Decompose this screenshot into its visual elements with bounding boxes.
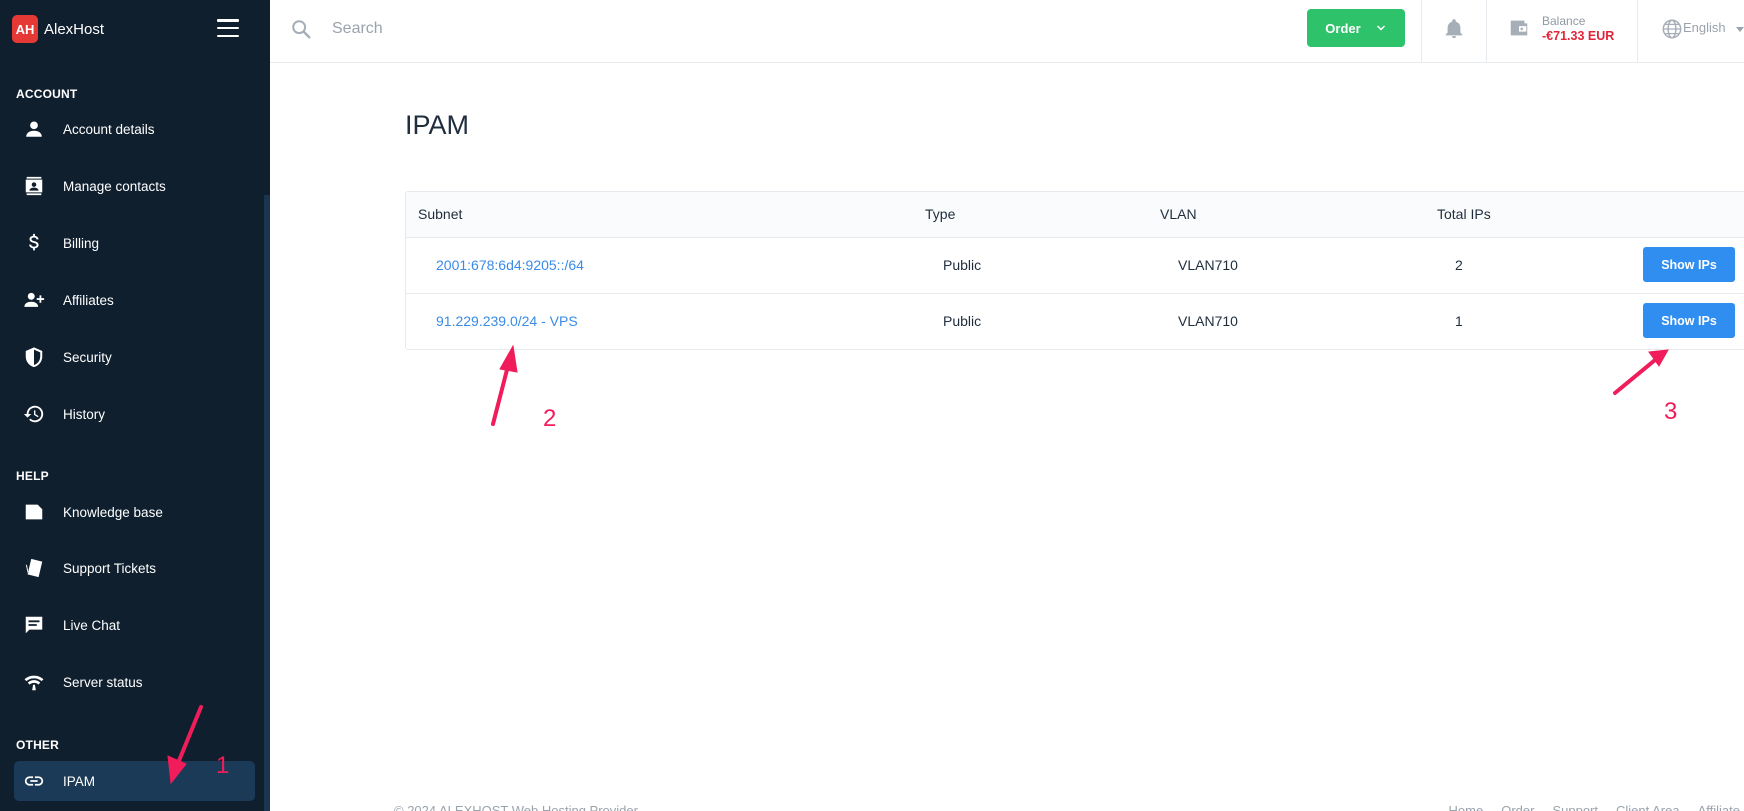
sidebar-item-label: Knowledge base [63, 504, 163, 520]
sidebar-item-label: Support Tickets [63, 560, 157, 576]
annotation-number-3: 3 [1664, 398, 1678, 425]
add-user-icon [14, 280, 54, 320]
link-icon [14, 761, 54, 801]
type-cell: Public [943, 313, 982, 329]
order-button-label: Order [1325, 20, 1361, 36]
sidebar-item-label: Server status [63, 674, 143, 690]
person-icon [14, 109, 54, 149]
sidebar-section-help: HELP [16, 469, 49, 483]
subnet-link[interactable]: 2001:678:6d4:9205::/64 [436, 257, 584, 273]
topbar: Order Balance -€71.33 EUR English [270, 0, 1744, 63]
column-header-total-ips: Total IPs [1437, 206, 1491, 222]
search-icon [292, 20, 311, 39]
balance-value[interactable]: -€71.33 EUR [1542, 29, 1614, 43]
sidebar-item-label: Live Chat [63, 617, 121, 633]
table-row: 2001:678:6d4:9205::/64 Public VLAN710 2 … [406, 237, 1744, 293]
footer-link-home[interactable]: Home [1449, 803, 1484, 811]
show-ips-button[interactable]: Show IPs [1643, 303, 1735, 338]
dollar-icon [14, 223, 54, 263]
column-header-subnet: Subnet [418, 206, 463, 222]
footer-link-client-area[interactable]: Client Area [1616, 803, 1680, 811]
shield-icon [14, 337, 54, 377]
sidebar: AH AlexHost ACCOUNT Account details Mana… [0, 0, 270, 811]
footer-link-affiliate[interactable]: Affiliate [1698, 803, 1740, 811]
show-ips-button[interactable]: Show IPs [1643, 247, 1735, 282]
vlan-cell: VLAN710 [1178, 313, 1238, 329]
brand-name: AlexHost [44, 20, 105, 38]
column-header-vlan: VLAN [1160, 206, 1197, 222]
sidebar-item-affiliates[interactable]: Affiliates [14, 280, 255, 320]
annotation-number-2: 2 [543, 405, 557, 432]
wallet-icon [1510, 20, 1528, 36]
note-icon [14, 492, 54, 532]
globe-icon[interactable] [1661, 18, 1683, 40]
footer-link-support[interactable]: Support [1552, 803, 1598, 811]
sidebar-item-support-tickets[interactable]: Support Tickets [14, 548, 255, 588]
page-title: IPAM [405, 110, 470, 140]
sidebar-item-manage-contacts[interactable]: Manage contacts [14, 166, 255, 206]
sidebar-section-account: ACCOUNT [16, 87, 78, 101]
contacts-icon [14, 166, 54, 206]
language-select[interactable]: English [1683, 20, 1726, 35]
ipam-table: Subnet Type VLAN Total IPs 2001:678:6d4:… [405, 191, 1744, 350]
annotation-arrowhead-3 [1648, 349, 1669, 367]
sidebar-item-label: Security [63, 349, 112, 365]
column-header-type: Type [925, 206, 956, 222]
brand[interactable]: AH AlexHost [12, 14, 104, 44]
search-input[interactable] [332, 14, 832, 44]
sidebar-item-label: IPAM [63, 773, 96, 789]
divider [1637, 0, 1638, 63]
annotation-number-1: 1 [216, 752, 230, 779]
balance-label: Balance [1542, 14, 1586, 28]
total-ips-cell: 1 [1455, 313, 1463, 329]
vlan-cell: VLAN710 [1178, 257, 1238, 273]
menu-toggle-icon[interactable] [217, 19, 239, 37]
sidebar-item-label: Account details [63, 121, 155, 137]
history-icon [14, 394, 54, 434]
chevron-down-icon [1376, 25, 1385, 31]
total-ips-cell: 2 [1455, 257, 1463, 273]
sidebar-item-server-status[interactable]: Server status [14, 662, 255, 702]
alexhost-logo: AH [12, 15, 38, 43]
sidebar-scrollbar[interactable] [264, 195, 270, 811]
divider [1421, 0, 1422, 63]
sidebar-section-other: OTHER [16, 738, 59, 752]
sidebar-item-account-details[interactable]: Account details [14, 109, 255, 149]
ticket-icon [14, 548, 54, 588]
divider [1486, 0, 1487, 63]
footer-copyright: © 2024 ALEXHOST Web Hosting Provider [394, 803, 638, 811]
sidebar-item-history[interactable]: History [14, 394, 255, 434]
chat-icon [14, 605, 54, 645]
annotation-arrow-2 [491, 360, 511, 426]
subnet-link[interactable]: 91.229.239.0/24 - VPS [436, 313, 578, 329]
sidebar-item-label: Affiliates [63, 292, 114, 308]
sidebar-item-label: Billing [63, 235, 100, 251]
wifi-icon [14, 662, 54, 702]
table-row: 91.229.239.0/24 - VPS Public VLAN710 1 S… [406, 293, 1744, 349]
type-cell: Public [943, 257, 982, 273]
footer-link-order[interactable]: Order [1501, 803, 1534, 811]
sidebar-item-label: Manage contacts [63, 178, 166, 194]
sidebar-item-billing[interactable]: Billing [14, 223, 255, 263]
sidebar-item-live-chat[interactable]: Live Chat [14, 605, 255, 645]
bell-icon[interactable] [1443, 18, 1465, 40]
sidebar-item-label: History [63, 406, 106, 422]
table-header: Subnet Type VLAN Total IPs [406, 192, 1744, 237]
order-button[interactable]: Order [1307, 9, 1405, 47]
sidebar-item-security[interactable]: Security [14, 337, 255, 377]
caret-down-icon[interactable] [1736, 27, 1744, 32]
sidebar-item-knowledge-base[interactable]: Knowledge base [14, 492, 255, 532]
footer-links: Home Order Support Client Area Affiliate [1449, 803, 1740, 811]
annotation-arrow-3 [1613, 358, 1657, 395]
